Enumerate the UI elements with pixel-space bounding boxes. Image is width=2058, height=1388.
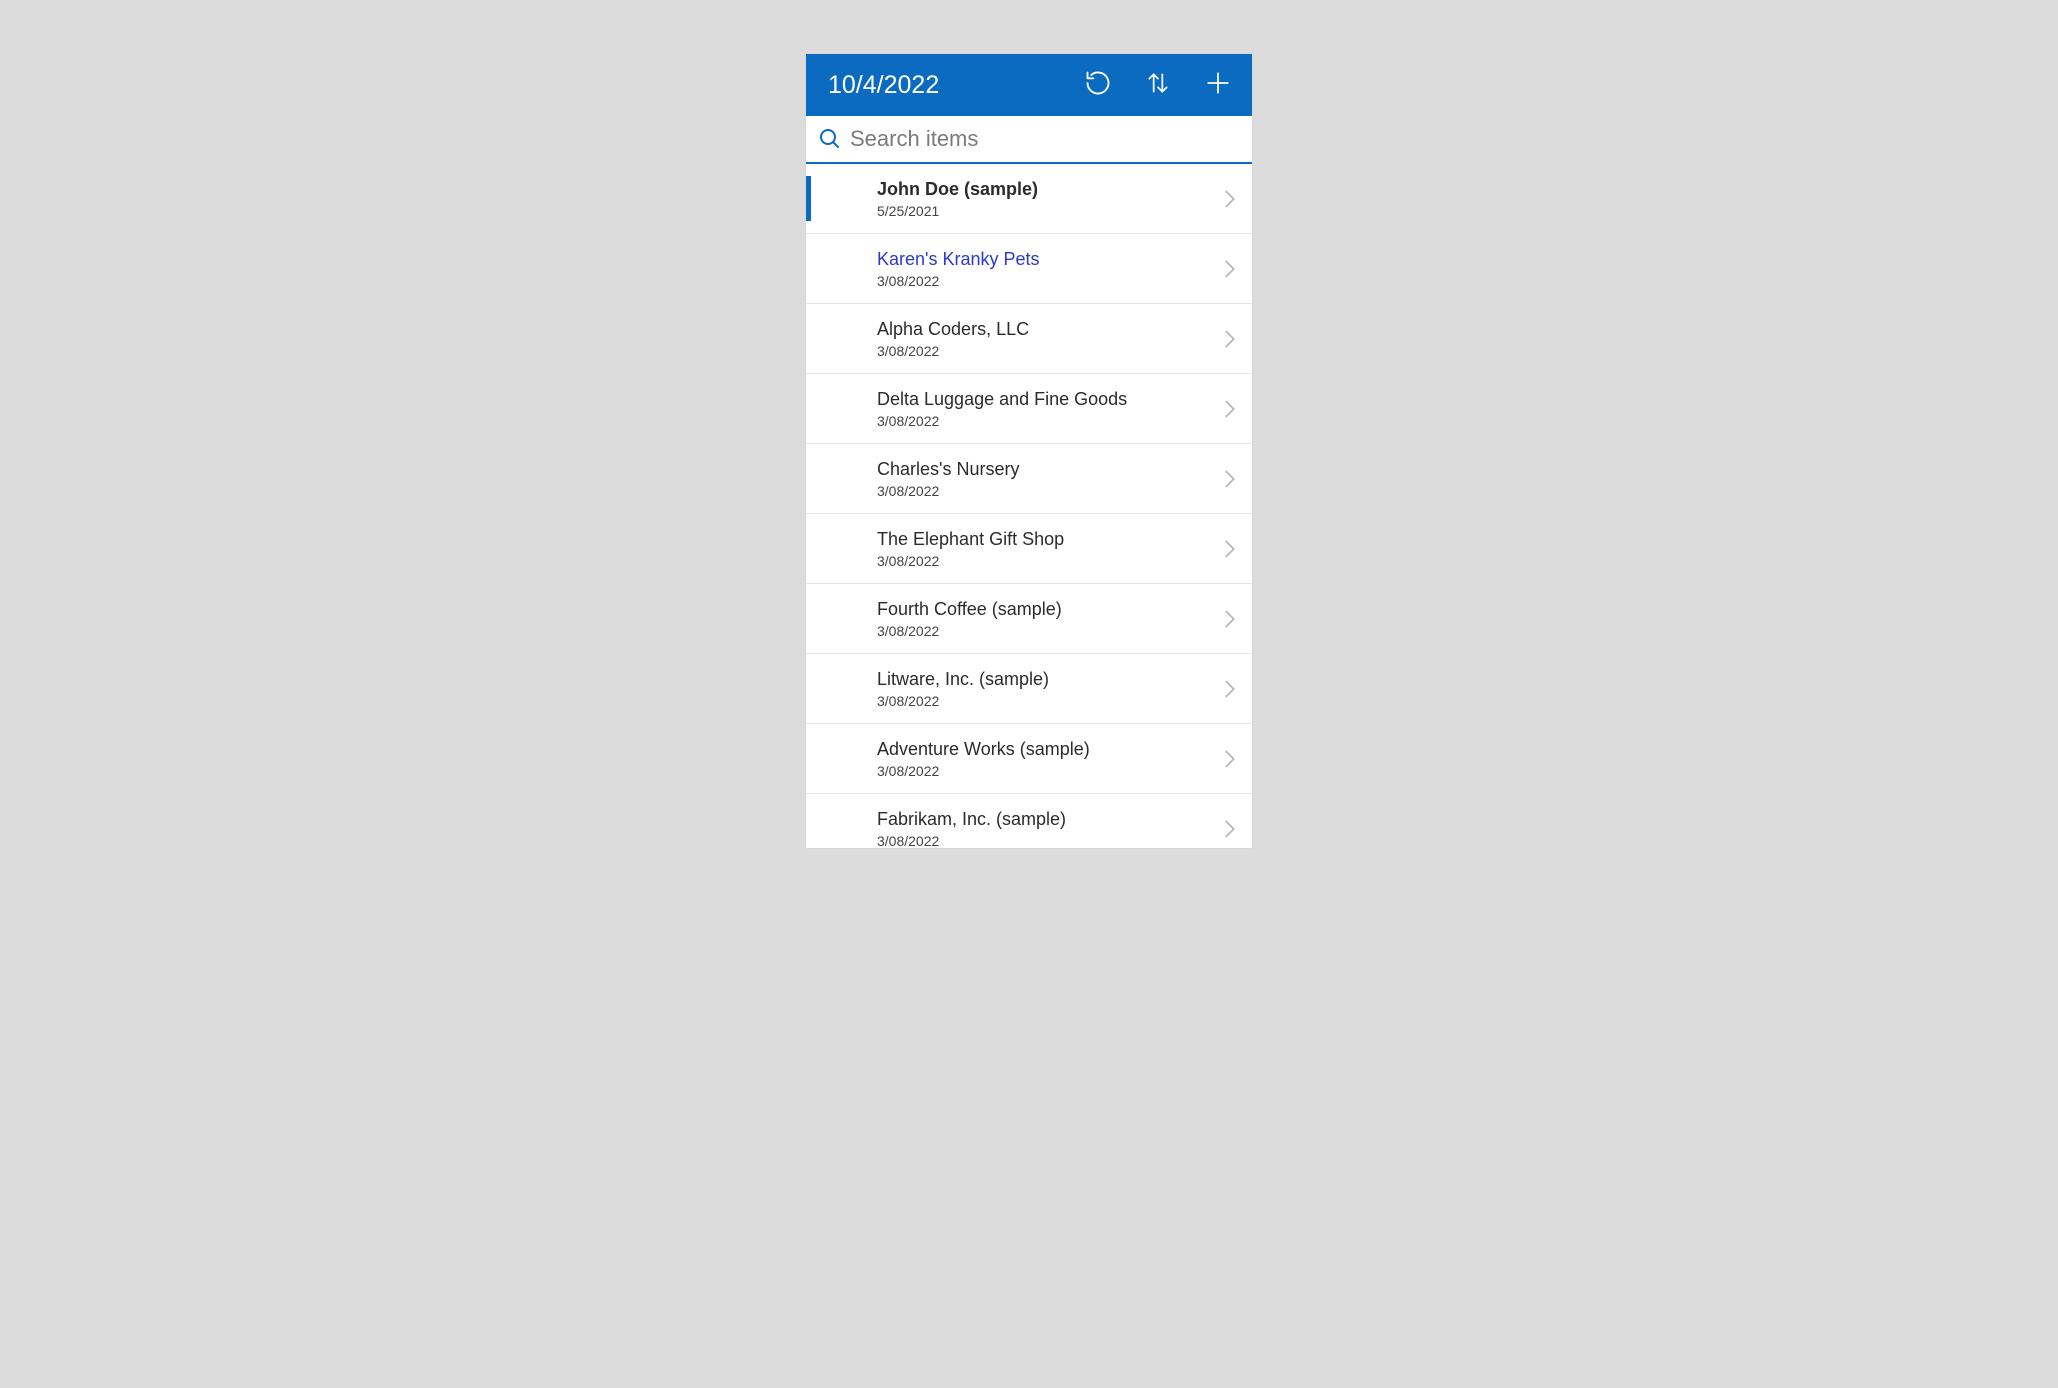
- item-body: John Doe (sample) 5/25/2021: [877, 178, 1216, 219]
- item-body: The Elephant Gift Shop 3/08/2022: [877, 528, 1216, 569]
- list-item[interactable]: John Doe (sample) 5/25/2021: [806, 164, 1252, 234]
- items-list[interactable]: John Doe (sample) 5/25/2021 Karen's Kranky…: [806, 164, 1252, 848]
- item-date: 3/08/2022: [877, 343, 1216, 359]
- item-title: Delta Luggage and Fine Goods: [877, 388, 1216, 411]
- item-body: Litware, Inc. (sample) 3/08/2022: [877, 668, 1216, 709]
- item-body: Adventure Works (sample) 3/08/2022: [877, 738, 1216, 779]
- header-actions: [1082, 69, 1234, 101]
- item-date: 3/08/2022: [877, 413, 1216, 429]
- chevron-right-icon: [1216, 329, 1244, 349]
- item-title: Fabrikam, Inc. (sample): [877, 808, 1216, 831]
- refresh-button[interactable]: [1082, 69, 1114, 101]
- item-date: 3/08/2022: [877, 833, 1216, 848]
- search-icon: [816, 125, 844, 153]
- list-item[interactable]: The Elephant Gift Shop 3/08/2022: [806, 514, 1252, 584]
- list-item[interactable]: Charles's Nursery 3/08/2022: [806, 444, 1252, 514]
- selection-bar: [806, 736, 811, 781]
- chevron-right-icon: [1216, 609, 1244, 629]
- item-date: 3/08/2022: [877, 553, 1216, 569]
- item-title: Karen's Kranky Pets: [877, 248, 1216, 271]
- item-body: Charles's Nursery 3/08/2022: [877, 458, 1216, 499]
- item-title: John Doe (sample): [877, 178, 1216, 201]
- sort-icon: [1145, 70, 1171, 101]
- item-title: Adventure Works (sample): [877, 738, 1216, 761]
- chevron-right-icon: [1216, 819, 1244, 839]
- chevron-right-icon: [1216, 189, 1244, 209]
- list-item[interactable]: Alpha Coders, LLC 3/08/2022: [806, 304, 1252, 374]
- item-body: Karen's Kranky Pets 3/08/2022: [877, 248, 1216, 289]
- list-item[interactable]: Adventure Works (sample) 3/08/2022: [806, 724, 1252, 794]
- item-date: 5/25/2021: [877, 203, 1216, 219]
- chevron-right-icon: [1216, 679, 1244, 699]
- search-input[interactable]: [850, 126, 1242, 152]
- item-body: Fourth Coffee (sample) 3/08/2022: [877, 598, 1216, 639]
- chevron-right-icon: [1216, 469, 1244, 489]
- selection-bar: [806, 176, 811, 221]
- sort-button[interactable]: [1142, 69, 1174, 101]
- selection-bar: [806, 666, 811, 711]
- item-title: Charles's Nursery: [877, 458, 1216, 481]
- search-bar: [806, 116, 1252, 164]
- item-date: 3/08/2022: [877, 763, 1216, 779]
- item-date: 3/08/2022: [877, 483, 1216, 499]
- item-body: Fabrikam, Inc. (sample) 3/08/2022: [877, 808, 1216, 848]
- header-bar: 10/4/2022: [806, 54, 1252, 116]
- chevron-right-icon: [1216, 399, 1244, 419]
- item-title: Litware, Inc. (sample): [877, 668, 1216, 691]
- item-title: Alpha Coders, LLC: [877, 318, 1216, 341]
- list-item[interactable]: Litware, Inc. (sample) 3/08/2022: [806, 654, 1252, 724]
- header-title: 10/4/2022: [828, 71, 1082, 100]
- list-item[interactable]: Delta Luggage and Fine Goods 3/08/2022: [806, 374, 1252, 444]
- add-button[interactable]: [1202, 69, 1234, 101]
- chevron-right-icon: [1216, 259, 1244, 279]
- item-date: 3/08/2022: [877, 273, 1216, 289]
- item-date: 3/08/2022: [877, 693, 1216, 709]
- chevron-right-icon: [1216, 749, 1244, 769]
- item-title: The Elephant Gift Shop: [877, 528, 1216, 551]
- selection-bar: [806, 526, 811, 571]
- item-body: Alpha Coders, LLC 3/08/2022: [877, 318, 1216, 359]
- selection-bar: [806, 316, 811, 361]
- selection-bar: [806, 246, 811, 291]
- chevron-right-icon: [1216, 539, 1244, 559]
- list-item[interactable]: Karen's Kranky Pets 3/08/2022: [806, 234, 1252, 304]
- item-title: Fourth Coffee (sample): [877, 598, 1216, 621]
- selection-bar: [806, 806, 811, 848]
- selection-bar: [806, 386, 811, 431]
- app-frame: 10/4/2022: [806, 54, 1252, 848]
- item-body: Delta Luggage and Fine Goods 3/08/2022: [877, 388, 1216, 429]
- plus-icon: [1205, 70, 1231, 101]
- list-item[interactable]: Fourth Coffee (sample) 3/08/2022: [806, 584, 1252, 654]
- selection-bar: [806, 456, 811, 501]
- selection-bar: [806, 596, 811, 641]
- refresh-icon: [1084, 69, 1112, 102]
- list-item[interactable]: Fabrikam, Inc. (sample) 3/08/2022: [806, 794, 1252, 848]
- item-date: 3/08/2022: [877, 623, 1216, 639]
